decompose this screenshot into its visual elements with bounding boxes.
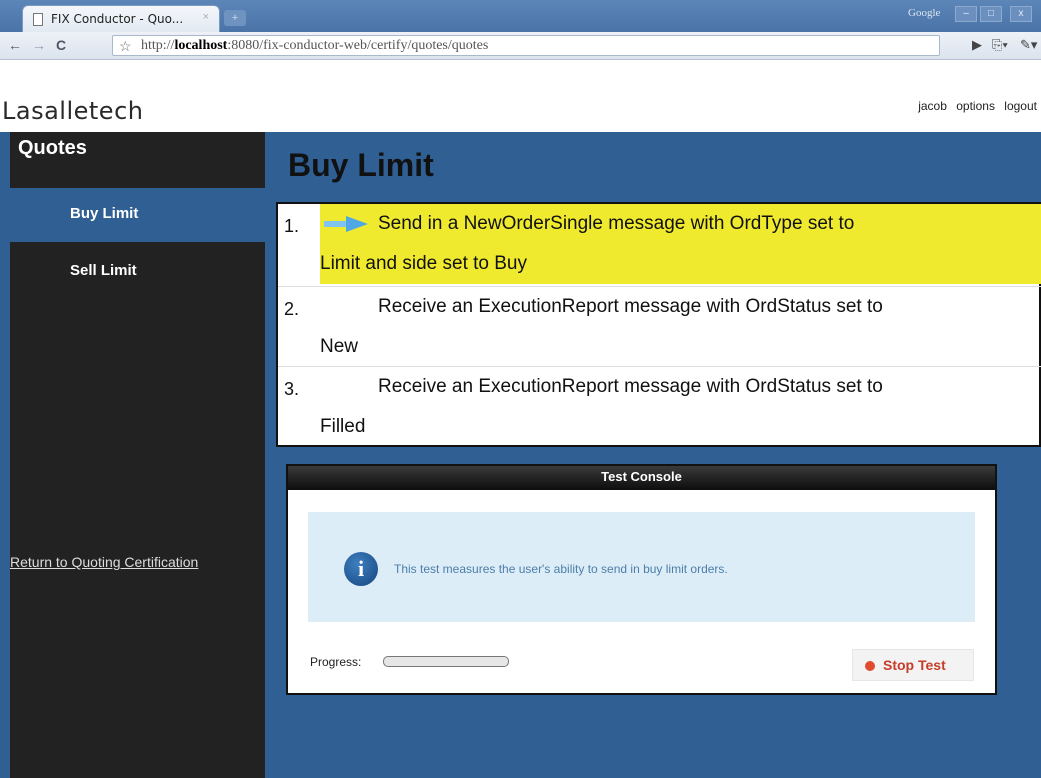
info-box: i This test measures the user's ability … [308,512,975,622]
wrench-icon[interactable]: ✎▾ [1020,37,1037,53]
page-icon [33,13,43,26]
user-link[interactable]: jacob [918,99,947,113]
sidebar-title: Quotes [18,137,87,159]
step-text: Send in a NewOrderSingle message with Or… [320,204,1041,284]
info-icon: i [344,552,378,586]
back-arrow-icon[interactable]: ← [8,37,22,53]
page-header: Lasalletech jacob options logout [0,60,1041,132]
sidebar-item-buy-limit[interactable]: Buy Limit [10,188,265,242]
browser-titlebar: FIX Conductor - Quo... × + Google – □ x [0,0,1041,32]
url-text: http://localhost:8080/fix-conductor-web/… [141,38,489,53]
step-number: 3. [284,379,300,399]
lasalletech-logo: Lasalletech [2,97,144,125]
stop-icon [865,661,875,671]
step-number: 2. [284,299,300,319]
user-links: jacob options logout [912,99,1037,113]
step-number: 1. [284,216,300,236]
current-step-arrow-icon [324,216,368,232]
sidebar: Quotes Buy Limit Sell Limit Return to Qu… [10,132,265,778]
address-bar[interactable]: ☆ http://localhost:8080/fix-conductor-we… [112,35,940,56]
test-console: Test Console i This test measures the us… [286,464,997,695]
options-link[interactable]: options [956,99,995,113]
bookmark-star-icon[interactable]: ☆ [119,38,132,55]
progress-bar [383,656,509,667]
logout-link[interactable]: logout [1004,99,1037,113]
step-text: Receive an ExecutionReport message with … [320,296,883,357]
minimize-button[interactable]: – [955,6,977,22]
play-icon[interactable]: ▶ [972,37,982,53]
step-item: 3. Receive an ExecutionReport message wi… [278,366,1041,447]
reload-icon[interactable]: C [56,37,66,53]
step-item: 1. Send in a NewOrderSingle message with… [278,204,1041,286]
console-title: Test Console [288,466,995,490]
info-text: This test measures the user's ability to… [394,562,728,576]
progress-label: Progress: [310,655,362,669]
close-window-button[interactable]: x [1010,6,1032,22]
return-to-certification-link[interactable]: Return to Quoting Certification [10,554,198,570]
browser-toolbar: ← → C ☆ http://localhost:8080/fix-conduc… [0,32,1041,60]
maximize-button[interactable]: □ [980,6,1002,22]
close-tab-icon[interactable]: × [203,11,209,23]
browser-tab[interactable]: FIX Conductor - Quo... × [22,5,220,32]
new-tab-button[interactable]: + [224,10,246,26]
page-title: Buy Limit [288,147,434,183]
stop-test-label: Stop Test [883,657,946,673]
tab-title: FIX Conductor - Quo... [51,12,184,26]
step-text: Receive an ExecutionReport message with … [320,376,883,437]
sidebar-item-sell-limit[interactable]: Sell Limit [10,245,265,299]
stop-test-button[interactable]: Stop Test [852,649,974,681]
page-menu-icon[interactable]: ⎘▾ [992,37,1008,53]
google-label: Google [908,7,941,19]
steps-list: 1. Send in a NewOrderSingle message with… [276,202,1041,447]
step-item: 2. Receive an ExecutionReport message wi… [278,286,1041,366]
forward-arrow-icon[interactable]: → [32,37,46,53]
